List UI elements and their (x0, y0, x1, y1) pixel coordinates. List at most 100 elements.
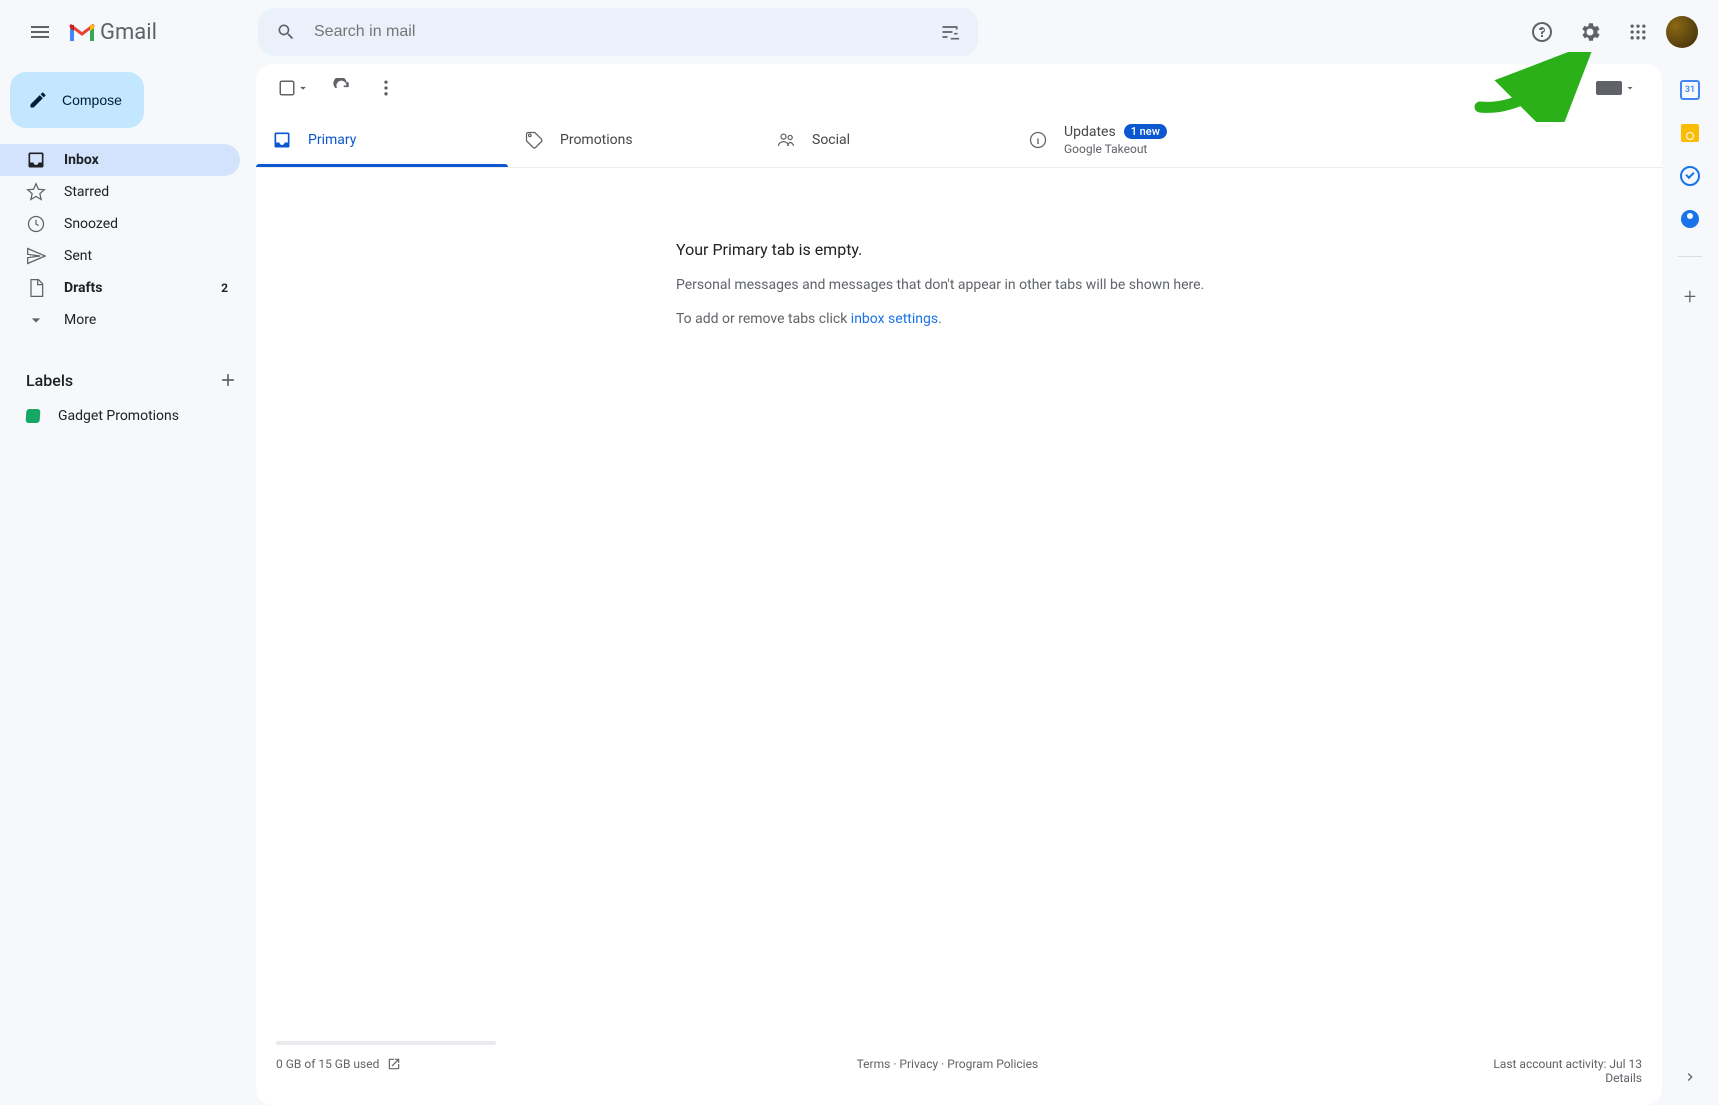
details-link[interactable]: Details (1493, 1071, 1642, 1085)
collapse-panel-button[interactable] (1674, 1061, 1706, 1093)
nav-label: Starred (64, 184, 109, 200)
refresh-icon (332, 78, 352, 98)
empty-hint-prefix: To add or remove tabs click (676, 311, 851, 327)
select-all-checkbox[interactable] (272, 73, 316, 103)
nav-inbox[interactable]: Inbox (0, 144, 240, 176)
nav-label: More (64, 312, 96, 328)
label-gadget-promotions[interactable]: Gadget Promotions (0, 400, 240, 432)
separator (1678, 256, 1702, 257)
calendar-app-icon[interactable]: 31 (1680, 80, 1700, 100)
storage-info: 0 GB of 15 GB used (276, 1057, 401, 1071)
empty-hint-suffix: . (938, 311, 942, 327)
info-icon (1028, 130, 1048, 150)
inbox-icon (272, 130, 292, 150)
tab-updates[interactable]: Updates 1 new Google Takeout (1012, 112, 1264, 167)
settings-button[interactable] (1570, 12, 1610, 52)
storage-bar (276, 1041, 496, 1045)
account-avatar[interactable] (1666, 16, 1698, 48)
contacts-app-icon[interactable] (1681, 210, 1699, 228)
more-vert-icon (376, 78, 396, 98)
tab-promotions[interactable]: Promotions (508, 112, 760, 167)
product-name: Gmail (100, 20, 157, 45)
nav-label: Sent (64, 248, 92, 264)
chevron-down-icon (26, 310, 46, 330)
nav-count: 2 (221, 281, 228, 295)
nav-label: Inbox (64, 152, 99, 168)
nav-sent[interactable]: Sent (0, 240, 240, 272)
input-tools-button[interactable] (1596, 81, 1636, 95)
tag-icon (524, 130, 544, 150)
tab-primary[interactable]: Primary (256, 112, 508, 167)
search-icon (276, 22, 296, 42)
tab-label: Social (812, 132, 850, 148)
people-icon (776, 130, 796, 150)
nav-label: Snoozed (64, 216, 118, 232)
nav-snoozed[interactable]: Snoozed (0, 208, 240, 240)
search-input[interactable] (306, 23, 930, 41)
category-tabs: Primary Promotions Social Updates 1 new … (256, 112, 1662, 168)
label-color-swatch (26, 409, 41, 423)
pencil-icon (28, 90, 48, 110)
sidebar: Compose Inbox Starred Snoozed Sent Draft… (0, 64, 256, 1105)
labels-header: Labels (0, 360, 256, 400)
main-menu-button[interactable] (16, 8, 64, 56)
tune-icon (940, 22, 960, 42)
tasks-app-icon[interactable] (1680, 166, 1700, 186)
search-options-button[interactable] (930, 12, 970, 52)
compose-button[interactable]: Compose (10, 72, 144, 128)
chevron-right-icon (1682, 1069, 1698, 1085)
more-button[interactable] (368, 70, 404, 106)
search-bar[interactable] (258, 8, 978, 56)
tab-label: Primary (308, 132, 356, 148)
send-icon (26, 246, 46, 266)
header-actions (1522, 12, 1710, 52)
keep-app-icon[interactable] (1681, 124, 1699, 142)
inbox-settings-link[interactable]: inbox settings (851, 311, 938, 327)
nav-drafts[interactable]: Drafts 2 (0, 272, 240, 304)
content-panel: Primary Promotions Social Updates 1 new … (256, 64, 1662, 1105)
tab-label: Promotions (560, 132, 633, 148)
compose-label: Compose (62, 92, 122, 108)
app-header: Gmail (0, 0, 1718, 64)
file-icon (26, 278, 46, 298)
last-activity: Last account activity: Jul 13 (1493, 1057, 1642, 1071)
main-row: Compose Inbox Starred Snoozed Sent Draft… (0, 64, 1718, 1105)
dropdown-caret-icon (296, 81, 310, 95)
nav-more[interactable]: More (0, 304, 240, 336)
empty-hint: To add or remove tabs click inbox settin… (676, 311, 1236, 327)
search-button[interactable] (266, 12, 306, 52)
labels-title: Labels (26, 371, 218, 390)
tab-label: Updates (1064, 124, 1116, 140)
support-button[interactable] (1522, 12, 1562, 52)
apps-button[interactable] (1618, 12, 1658, 52)
storage-text: 0 GB of 15 GB used (276, 1057, 379, 1071)
footer-links: Terms · Privacy · Program Policies (401, 1057, 1493, 1071)
open-in-new-icon[interactable] (387, 1057, 401, 1071)
tab-badge: 1 new (1124, 124, 1167, 139)
empty-state: Your Primary tab is empty. Personal mess… (676, 168, 1236, 345)
help-icon (1530, 20, 1554, 44)
dropdown-caret-icon (1624, 82, 1636, 94)
gmail-logo[interactable]: Gmail (68, 20, 248, 45)
nav-label: Drafts (64, 280, 102, 296)
nav-starred[interactable]: Starred (0, 176, 240, 208)
keyboard-icon (1596, 81, 1622, 95)
terms-link[interactable]: Terms (857, 1057, 891, 1071)
refresh-button[interactable] (324, 70, 360, 106)
privacy-link[interactable]: Privacy (899, 1057, 938, 1071)
menu-icon (28, 20, 52, 44)
label-text: Gadget Promotions (58, 408, 179, 424)
gear-icon (1578, 20, 1602, 44)
mail-toolbar (256, 64, 1662, 112)
tab-social[interactable]: Social (760, 112, 1012, 167)
plus-icon[interactable] (218, 370, 238, 390)
side-panel: 31 + (1662, 64, 1718, 1105)
activity-info: Last account activity: Jul 13 Details (1493, 1057, 1642, 1085)
calendar-day: 31 (1685, 85, 1695, 95)
tab-body: Updates 1 new Google Takeout (1064, 124, 1167, 156)
tab-subtitle: Google Takeout (1064, 142, 1167, 156)
toolbar-right (1596, 81, 1646, 95)
checkbox-icon (278, 79, 296, 97)
policies-link[interactable]: Program Policies (947, 1057, 1038, 1071)
get-addons-button[interactable]: + (1684, 285, 1696, 310)
